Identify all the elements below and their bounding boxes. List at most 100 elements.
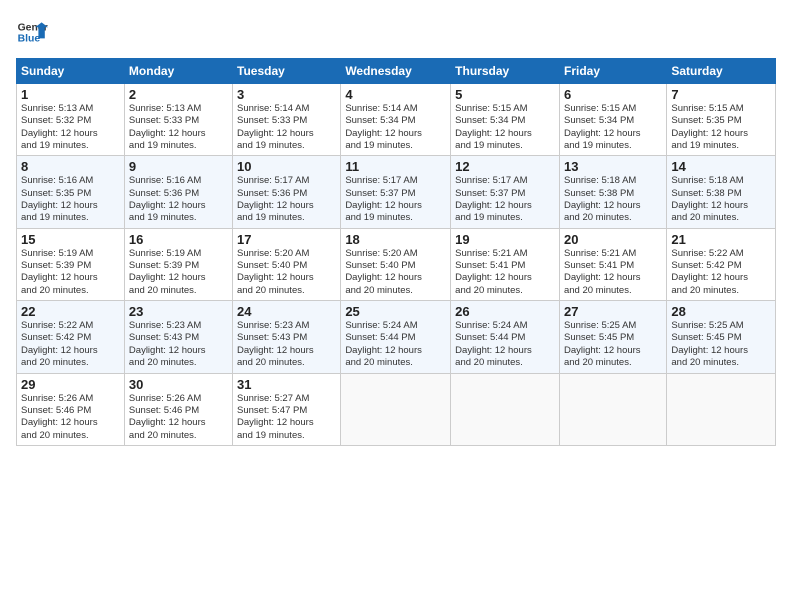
day-number: 22 [21,304,120,319]
calendar-cell [451,373,560,445]
calendar-cell: 4Sunrise: 5:14 AMSunset: 5:34 PMDaylight… [341,84,451,156]
day-info: Sunrise: 5:23 AMSunset: 5:43 PMDaylight:… [237,320,336,369]
day-info: Sunrise: 5:22 AMSunset: 5:42 PMDaylight:… [21,320,120,369]
calendar-cell: 2Sunrise: 5:13 AMSunset: 5:33 PMDaylight… [124,84,232,156]
day-number: 11 [345,159,446,174]
calendar-cell: 8Sunrise: 5:16 AMSunset: 5:35 PMDaylight… [17,156,125,228]
calendar-cell [667,373,776,445]
day-info: Sunrise: 5:16 AMSunset: 5:36 PMDaylight:… [129,175,228,224]
calendar-cell: 27Sunrise: 5:25 AMSunset: 5:45 PMDayligh… [559,301,666,373]
weekday-header-saturday: Saturday [667,59,776,84]
weekday-header-thursday: Thursday [451,59,560,84]
day-number: 30 [129,377,228,392]
day-number: 3 [237,87,336,102]
calendar-cell: 5Sunrise: 5:15 AMSunset: 5:34 PMDaylight… [451,84,560,156]
day-number: 6 [564,87,662,102]
day-number: 27 [564,304,662,319]
calendar-cell: 22Sunrise: 5:22 AMSunset: 5:42 PMDayligh… [17,301,125,373]
weekday-header-friday: Friday [559,59,666,84]
day-number: 8 [21,159,120,174]
calendar-cell: 25Sunrise: 5:24 AMSunset: 5:44 PMDayligh… [341,301,451,373]
calendar-cell: 19Sunrise: 5:21 AMSunset: 5:41 PMDayligh… [451,228,560,300]
day-info: Sunrise: 5:21 AMSunset: 5:41 PMDaylight:… [455,248,555,297]
page-container: General Blue SundayMondayTuesdayWednesda… [0,0,792,456]
day-info: Sunrise: 5:17 AMSunset: 5:37 PMDaylight:… [345,175,446,224]
svg-text:Blue: Blue [18,34,41,45]
day-number: 1 [21,87,120,102]
day-info: Sunrise: 5:23 AMSunset: 5:43 PMDaylight:… [129,320,228,369]
day-number: 14 [671,159,771,174]
day-number: 26 [455,304,555,319]
calendar-cell: 29Sunrise: 5:26 AMSunset: 5:46 PMDayligh… [17,373,125,445]
calendar-cell: 31Sunrise: 5:27 AMSunset: 5:47 PMDayligh… [233,373,341,445]
day-number: 7 [671,87,771,102]
calendar-cell: 23Sunrise: 5:23 AMSunset: 5:43 PMDayligh… [124,301,232,373]
day-info: Sunrise: 5:18 AMSunset: 5:38 PMDaylight:… [564,175,662,224]
calendar-cell: 6Sunrise: 5:15 AMSunset: 5:34 PMDaylight… [559,84,666,156]
day-number: 31 [237,377,336,392]
calendar-cell: 18Sunrise: 5:20 AMSunset: 5:40 PMDayligh… [341,228,451,300]
day-info: Sunrise: 5:22 AMSunset: 5:42 PMDaylight:… [671,248,771,297]
calendar-cell: 3Sunrise: 5:14 AMSunset: 5:33 PMDaylight… [233,84,341,156]
calendar-cell: 10Sunrise: 5:17 AMSunset: 5:36 PMDayligh… [233,156,341,228]
day-info: Sunrise: 5:13 AMSunset: 5:32 PMDaylight:… [21,103,120,152]
day-info: Sunrise: 5:17 AMSunset: 5:37 PMDaylight:… [455,175,555,224]
day-info: Sunrise: 5:20 AMSunset: 5:40 PMDaylight:… [237,248,336,297]
day-number: 5 [455,87,555,102]
logo: General Blue [16,16,48,48]
calendar-cell: 9Sunrise: 5:16 AMSunset: 5:36 PMDaylight… [124,156,232,228]
day-info: Sunrise: 5:15 AMSunset: 5:34 PMDaylight:… [455,103,555,152]
calendar-cell: 12Sunrise: 5:17 AMSunset: 5:37 PMDayligh… [451,156,560,228]
day-number: 15 [21,232,120,247]
weekday-header-monday: Monday [124,59,232,84]
day-info: Sunrise: 5:26 AMSunset: 5:46 PMDaylight:… [129,393,228,442]
day-number: 18 [345,232,446,247]
day-number: 28 [671,304,771,319]
weekday-header-wednesday: Wednesday [341,59,451,84]
calendar-cell: 20Sunrise: 5:21 AMSunset: 5:41 PMDayligh… [559,228,666,300]
day-number: 19 [455,232,555,247]
day-number: 21 [671,232,771,247]
calendar-cell: 26Sunrise: 5:24 AMSunset: 5:44 PMDayligh… [451,301,560,373]
day-info: Sunrise: 5:21 AMSunset: 5:41 PMDaylight:… [564,248,662,297]
day-info: Sunrise: 5:25 AMSunset: 5:45 PMDaylight:… [671,320,771,369]
day-info: Sunrise: 5:18 AMSunset: 5:38 PMDaylight:… [671,175,771,224]
day-info: Sunrise: 5:19 AMSunset: 5:39 PMDaylight:… [21,248,120,297]
calendar-cell: 21Sunrise: 5:22 AMSunset: 5:42 PMDayligh… [667,228,776,300]
calendar-table: SundayMondayTuesdayWednesdayThursdayFrid… [16,58,776,446]
day-number: 20 [564,232,662,247]
weekday-header-tuesday: Tuesday [233,59,341,84]
day-number: 12 [455,159,555,174]
day-info: Sunrise: 5:19 AMSunset: 5:39 PMDaylight:… [129,248,228,297]
day-info: Sunrise: 5:17 AMSunset: 5:36 PMDaylight:… [237,175,336,224]
day-number: 29 [21,377,120,392]
day-info: Sunrise: 5:15 AMSunset: 5:34 PMDaylight:… [564,103,662,152]
calendar-cell: 7Sunrise: 5:15 AMSunset: 5:35 PMDaylight… [667,84,776,156]
day-info: Sunrise: 5:27 AMSunset: 5:47 PMDaylight:… [237,393,336,442]
day-info: Sunrise: 5:24 AMSunset: 5:44 PMDaylight:… [345,320,446,369]
day-number: 25 [345,304,446,319]
calendar-cell [341,373,451,445]
calendar-cell: 15Sunrise: 5:19 AMSunset: 5:39 PMDayligh… [17,228,125,300]
logo-icon: General Blue [16,16,48,48]
day-info: Sunrise: 5:25 AMSunset: 5:45 PMDaylight:… [564,320,662,369]
calendar-cell: 28Sunrise: 5:25 AMSunset: 5:45 PMDayligh… [667,301,776,373]
day-info: Sunrise: 5:26 AMSunset: 5:46 PMDaylight:… [21,393,120,442]
day-number: 9 [129,159,228,174]
day-number: 16 [129,232,228,247]
calendar-cell: 13Sunrise: 5:18 AMSunset: 5:38 PMDayligh… [559,156,666,228]
day-number: 13 [564,159,662,174]
weekday-header-sunday: Sunday [17,59,125,84]
calendar-cell: 11Sunrise: 5:17 AMSunset: 5:37 PMDayligh… [341,156,451,228]
day-info: Sunrise: 5:16 AMSunset: 5:35 PMDaylight:… [21,175,120,224]
day-info: Sunrise: 5:24 AMSunset: 5:44 PMDaylight:… [455,320,555,369]
calendar-cell: 30Sunrise: 5:26 AMSunset: 5:46 PMDayligh… [124,373,232,445]
calendar-cell: 16Sunrise: 5:19 AMSunset: 5:39 PMDayligh… [124,228,232,300]
day-number: 23 [129,304,228,319]
day-info: Sunrise: 5:14 AMSunset: 5:34 PMDaylight:… [345,103,446,152]
day-number: 2 [129,87,228,102]
day-number: 24 [237,304,336,319]
day-number: 17 [237,232,336,247]
calendar-cell: 14Sunrise: 5:18 AMSunset: 5:38 PMDayligh… [667,156,776,228]
calendar-cell: 24Sunrise: 5:23 AMSunset: 5:43 PMDayligh… [233,301,341,373]
